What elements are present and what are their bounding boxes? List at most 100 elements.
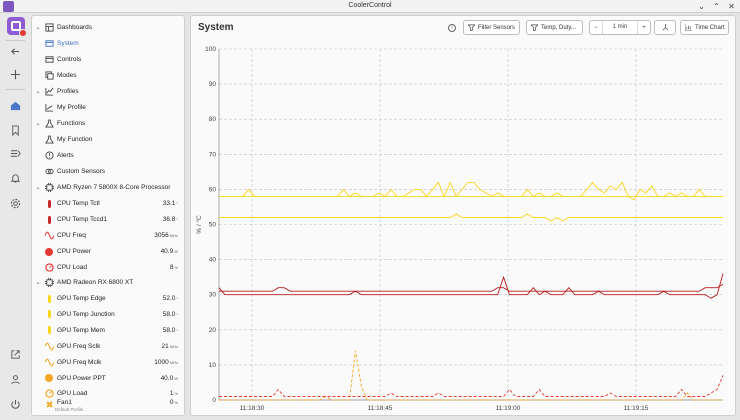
tree-sensor-row[interactable]: GPU Freq Sclk 21MHz — [32, 339, 184, 354]
tree-item-alerts[interactable]: Alerts — [32, 148, 184, 163]
sensor-value: 21MHz — [161, 342, 178, 350]
chevron-down-icon[interactable]: ⌄ — [35, 24, 41, 31]
tree-device-gpu[interactable]: ⌄ AMD Radeon RX 6800 XT — [32, 275, 184, 290]
axis-options-button[interactable] — [654, 20, 676, 35]
y-tick-label: 0 — [212, 397, 216, 404]
profile-chart-icon — [44, 103, 54, 113]
sensor-label: CPU Load — [57, 264, 87, 271]
tree-sensor-row[interactable]: GPU Temp Mem 58.0° — [32, 323, 184, 338]
bookmark-icon[interactable] — [7, 122, 24, 139]
tree-item-modes[interactable]: Modes — [32, 68, 184, 83]
home-icon[interactable] — [7, 97, 24, 114]
tree-label: Dashboards — [57, 24, 93, 31]
time-chart[interactable]: 0 10 20 30 40 50 60 70 80 90 100 11:18:30 11:18:45 11… — [193, 42, 731, 414]
tree-sensor-row[interactable]: GPU Power PPT 40.0W — [32, 371, 184, 386]
account-icon[interactable] — [7, 371, 24, 388]
tree-item-system[interactable]: System — [32, 36, 184, 51]
tree-label: Custom Sensors — [57, 168, 106, 175]
tree-sensor-row[interactable]: CPU Power 40.9W — [32, 244, 184, 259]
tree-item-custom-sensors[interactable]: Custom Sensors — [32, 164, 184, 179]
fan-icon — [44, 399, 54, 409]
window-controls: ⌄ ⌃ ✕ — [697, 1, 736, 12]
tree-group-functions[interactable]: ⌄ Functions — [32, 116, 184, 131]
y-tick-label: 90 — [209, 81, 217, 88]
tree-label: Fan1 — [57, 399, 72, 406]
series-line-0 — [219, 181, 723, 201]
power-icon[interactable] — [7, 396, 24, 413]
tree-sensor-row[interactable]: CPU Temp Tccd1 36.8° — [32, 212, 184, 227]
gpu-chip-icon — [44, 278, 54, 288]
chart-icon — [685, 24, 692, 31]
filter-types-button[interactable]: Temp, Duty... — [526, 20, 583, 35]
thermometer-icon — [44, 199, 54, 209]
sensor-label: GPU Temp Junction — [57, 310, 115, 318]
tree-sensor-row[interactable]: CPU Freq 3056MHz — [32, 228, 184, 243]
time-range-stepper[interactable]: − 1 min + — [589, 20, 651, 35]
frequency-icon — [44, 341, 54, 351]
y-tick-label: 20 — [209, 327, 217, 334]
x-tick-label: 11:19:00 — [496, 405, 521, 412]
sensor-value: 40.9W — [160, 248, 178, 255]
tree-item-my-profile[interactable]: My Profile — [32, 100, 184, 115]
tree-sensor-row[interactable]: CPU Temp Tctl 33.1° — [32, 196, 184, 211]
divider — [6, 40, 25, 41]
y-tick-label: 30 — [209, 292, 217, 299]
add-icon[interactable] — [7, 66, 24, 83]
maximize-button[interactable]: ⌃ — [712, 1, 721, 12]
close-button[interactable]: ✕ — [727, 1, 736, 12]
thermometer-icon — [44, 294, 54, 304]
x-tick-label: 11:18:30 — [240, 405, 265, 412]
sensor-label: CPU Temp Tccd1 — [57, 216, 107, 223]
chevron-down-icon[interactable]: ⌄ — [35, 184, 41, 191]
tree-sensor-row[interactable]: GPU Temp Junction 58.0° — [32, 307, 184, 322]
sensor-label: GPU Freq Mclk — [57, 358, 102, 366]
tree-device-cpu[interactable]: ⌄ AMD Ryzen 7 5800X 8-Core Processor — [32, 180, 184, 195]
axis-icon — [662, 24, 668, 31]
info-icon[interactable]: i — [448, 24, 456, 32]
sensor-label: GPU Load — [57, 390, 88, 398]
series-line-4 — [218, 273, 724, 299]
x-tick-label: 11:19:15 — [624, 405, 649, 412]
y-tick-label: 10 — [209, 362, 217, 369]
open-external-icon[interactable] — [7, 346, 24, 363]
power-meter-icon — [44, 373, 54, 383]
logo-icon[interactable] — [7, 17, 27, 37]
sensor-value: 40.0W — [160, 374, 178, 382]
tree-label: My Function — [57, 136, 93, 143]
back-icon[interactable] — [7, 43, 24, 60]
tree-sensor-row[interactable]: GPU Freq Mclk 1000MHz — [32, 355, 184, 370]
chart-type-button[interactable]: Time Chart — [680, 20, 730, 35]
series-line-5 — [219, 350, 723, 401]
tree-item-controls[interactable]: Controls — [32, 52, 184, 67]
custom-sensor-icon — [44, 167, 54, 177]
minimize-button[interactable]: ⌄ — [697, 1, 706, 12]
y-tick-label: 70 — [209, 151, 217, 158]
dashboard-icon — [44, 55, 54, 65]
load-gauge-icon — [44, 263, 54, 273]
chevron-down-icon[interactable]: ⌄ — [35, 279, 41, 286]
button-label: Filter Sensors — [478, 24, 516, 31]
frequency-icon — [44, 357, 54, 367]
tree-sensor-row[interactable]: GPU Temp Edge 52.0° — [32, 291, 184, 306]
tree-group-dashboards[interactable]: ⌄ Dashboards — [32, 20, 184, 35]
increment-button[interactable]: + — [638, 25, 650, 31]
bell-icon[interactable] — [7, 170, 24, 187]
y-tick-label: 40 — [209, 257, 217, 264]
chevron-down-icon[interactable]: ⌄ — [35, 88, 41, 95]
chevron-down-icon[interactable]: ⌄ — [35, 120, 41, 127]
tree-item-my-function[interactable]: My Function — [32, 132, 184, 147]
list-icon[interactable] — [7, 145, 24, 162]
gear-icon[interactable] — [7, 195, 24, 212]
tree-group-profiles[interactable]: ⌄ Profiles — [32, 84, 184, 99]
time-range-value: 1 min — [602, 21, 638, 34]
tree-sensor-row[interactable]: CPU Load 8% — [32, 260, 184, 275]
filter-sensors-button[interactable]: Filter Sensors — [463, 20, 521, 35]
sensor-label: GPU Freq Sclk — [57, 342, 101, 350]
power-meter-icon — [44, 247, 54, 257]
sensor-value: 58.0° — [162, 310, 178, 318]
tree-item-fan1[interactable]: Fan1 Default Profile 0% — [32, 399, 184, 414]
decrement-button[interactable]: − — [590, 25, 602, 31]
sensor-value: 1000MHz — [154, 358, 178, 366]
sidebar-tree: ⌄ Dashboards System Controls Modes ⌄ Pro… — [31, 15, 185, 416]
series-line-2 — [219, 213, 723, 222]
